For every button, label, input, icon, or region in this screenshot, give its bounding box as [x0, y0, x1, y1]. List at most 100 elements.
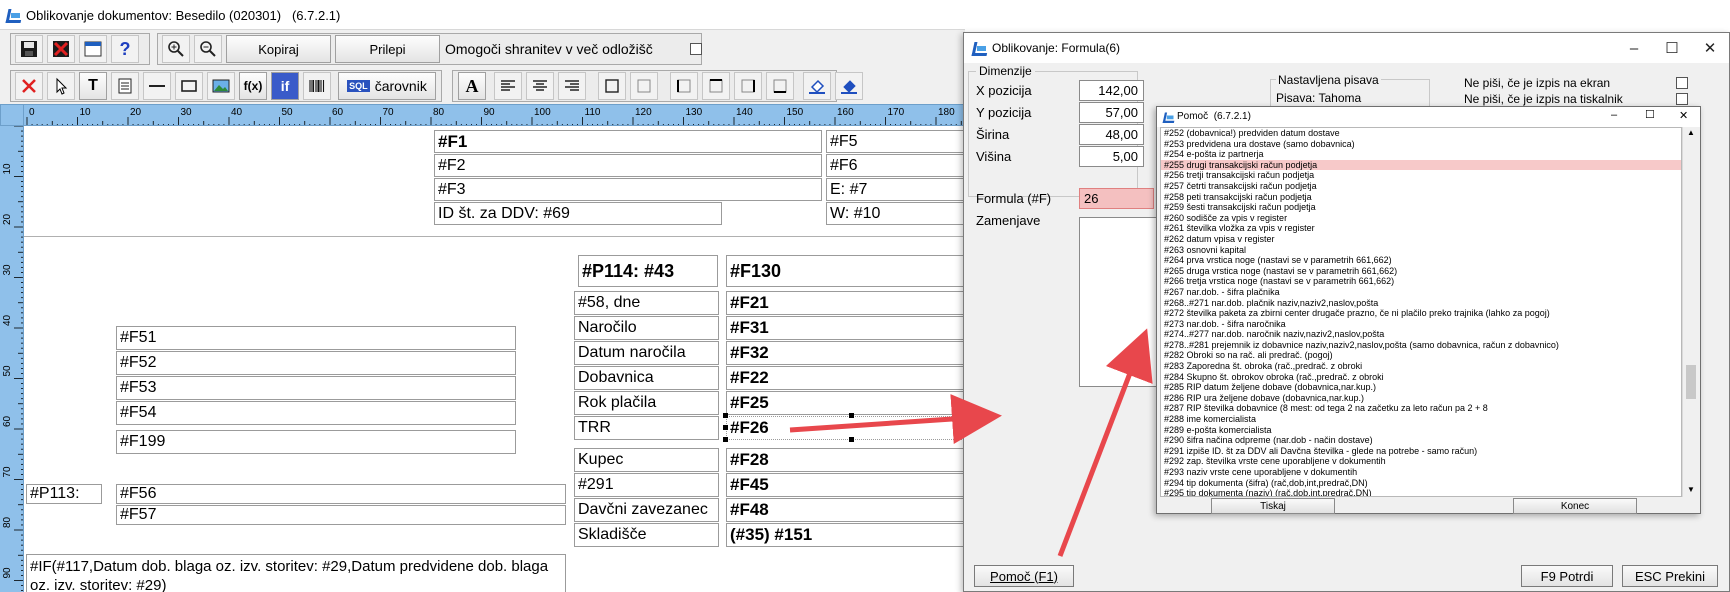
label-narocilo[interactable]: Naročilo	[574, 316, 719, 340]
wizard-button[interactable]: SQL čarovnik	[338, 72, 436, 100]
help-list-item[interactable]: #295 tip dokumenta (naziv) (rač,dob,int,…	[1161, 488, 1681, 496]
border-right-icon[interactable]	[734, 72, 762, 100]
help-maximize-icon[interactable]: ☐	[1645, 108, 1655, 121]
help-list-item[interactable]: #294 tip dokumenta (šifra) (rač,dob,int,…	[1161, 478, 1681, 489]
help-list-item[interactable]: #274..#277 nar.dob. naročnik naziv,naziv…	[1161, 329, 1681, 340]
help-icon[interactable]: ?	[111, 35, 139, 63]
minimize-icon[interactable]: –	[1619, 37, 1649, 59]
resize-handle[interactable]	[849, 437, 854, 442]
document-canvas[interactable]: #F1 #F2 #F3 ID št. za DDV: #69 #F5 #F6 E…	[24, 126, 965, 592]
help-list-item[interactable]: #265 druga vrstica noge (nastavi se v pa…	[1161, 266, 1681, 277]
help-scrollbar[interactable]: ▲ ▼	[1682, 127, 1699, 497]
help-list-item[interactable]: #288 ime komercialista	[1161, 414, 1681, 425]
help-list-item[interactable]: #255 drugi transakcijski račun podjetja	[1161, 159, 1681, 171]
zoom-in-icon[interactable]	[162, 35, 190, 63]
resize-handle[interactable]	[849, 413, 854, 418]
help-list-item[interactable]: #252 (dobavnica!) predviden datum dostav…	[1161, 128, 1681, 139]
end-button[interactable]: Konec	[1513, 498, 1637, 514]
rectangle-tool-icon[interactable]	[175, 72, 203, 100]
border-box-icon[interactable]	[598, 72, 626, 100]
field-f26-selected[interactable]: #F26	[726, 416, 965, 440]
help-list-item[interactable]: #268..#271 nar.dob. plačnik naziv,naziv2…	[1161, 298, 1681, 309]
y-input[interactable]: 57,00	[1079, 102, 1144, 123]
field-f2[interactable]: #F2	[434, 154, 822, 177]
help-list-item[interactable]: #260 sodišče za vpis v register	[1161, 213, 1681, 224]
field-f56[interactable]: #F56	[116, 484, 566, 504]
help-list-item[interactable]: #254 e-pošta iz partnerja	[1161, 149, 1681, 160]
help-list-item[interactable]: #272 številka paketa za zbirni center dr…	[1161, 308, 1681, 319]
help-list-item[interactable]: #266 tretja vrstica noge (nastavi se v p…	[1161, 276, 1681, 287]
field-f48[interactable]: #F48	[726, 498, 965, 522]
resize-handle[interactable]	[723, 437, 728, 442]
vertical-ruler[interactable]: 10 20 30 40 50 60 70 80 90	[0, 126, 24, 592]
maximize-icon[interactable]: ☐	[1657, 37, 1687, 59]
paste-button[interactable]: Prilepi	[335, 35, 440, 63]
field-p114[interactable]: #P114: #43	[578, 255, 718, 287]
help-list-item[interactable]: #273 nar.dob. - šifra naročnika	[1161, 319, 1681, 330]
help-minimize-icon[interactable]: –	[1611, 109, 1617, 121]
field-f31[interactable]: #F31	[726, 316, 965, 340]
scroll-thumb[interactable]	[1686, 365, 1696, 399]
label-rok-placila[interactable]: Rok plačila	[574, 391, 719, 415]
replace-textarea[interactable]	[1079, 217, 1159, 387]
border-bottom-icon[interactable]	[766, 72, 794, 100]
field-f57[interactable]: #F57	[116, 505, 566, 525]
field-f199[interactable]: #F199	[116, 430, 516, 454]
help-list-item[interactable]: #261 številka vložka za vpis v register	[1161, 223, 1681, 234]
fill-color-icon[interactable]	[803, 72, 831, 100]
align-center-icon[interactable]	[526, 72, 554, 100]
help-button[interactable]: Pomoč (F1)	[974, 565, 1074, 587]
resize-handle[interactable]	[723, 413, 728, 418]
help-list[interactable]: #252 (dobavnica!) predviden datum dostav…	[1160, 127, 1682, 497]
help-list-item[interactable]: #289 e-pošta komercialista	[1161, 425, 1681, 436]
field-f1[interactable]: #F1	[434, 130, 822, 153]
help-list-item[interactable]: #283 Zaporedna št. obroka (rač.,predrač.…	[1161, 361, 1681, 372]
cancel-button[interactable]: ESC Prekini	[1622, 565, 1718, 587]
help-list-item[interactable]: #284 Skupno št. obrokov obroka (rač.,pre…	[1161, 372, 1681, 383]
save-icon[interactable]	[15, 35, 43, 63]
label-291[interactable]: #291	[574, 473, 719, 497]
field-f5[interactable]: #F5	[826, 130, 965, 153]
no-printer-checkbox[interactable]	[1676, 93, 1688, 105]
help-list-item[interactable]: #256 tretji transakcijski račun podjetja	[1161, 170, 1681, 181]
field-f6[interactable]: #F6	[826, 154, 965, 177]
list-tool-icon[interactable]	[111, 72, 139, 100]
field-f22[interactable]: #F22	[726, 366, 965, 390]
scroll-up-icon[interactable]: ▲	[1687, 128, 1695, 137]
no-screen-checkbox[interactable]	[1676, 77, 1688, 89]
pointer-icon[interactable]	[47, 72, 75, 100]
height-input[interactable]: 5,00	[1079, 146, 1144, 167]
help-list-item[interactable]: #258 peti transakcijski račun podjetja	[1161, 192, 1681, 203]
field-f21[interactable]: #F21	[726, 291, 965, 315]
help-list-item[interactable]: #287 RIP številka dobavnice (8 mest: od …	[1161, 403, 1681, 414]
field-ddv[interactable]: ID št. za DDV: #69	[434, 202, 722, 225]
help-list-item[interactable]: #253 predvidena ura dostave (samo dobavn…	[1161, 139, 1681, 150]
field-f52[interactable]: #F52	[116, 351, 516, 375]
confirm-button[interactable]: F9 Potrdi	[1521, 565, 1613, 587]
field-if-date[interactable]: #IF(#117,Datum dob. blaga oz. izv. stori…	[26, 554, 566, 592]
help-list-item[interactable]: #293 naziv vrste cene uporabljene v doku…	[1161, 467, 1681, 478]
label-58-dne[interactable]: #58, dne	[574, 291, 719, 315]
help-list-item[interactable]: #257 četrti transakcijski račun podjetja	[1161, 181, 1681, 192]
line-tool-icon[interactable]	[143, 72, 171, 100]
border-none-icon[interactable]	[630, 72, 658, 100]
label-dobavnica[interactable]: Dobavnica	[574, 366, 719, 390]
text-tool-icon[interactable]: T	[79, 72, 107, 100]
barcode-tool-icon[interactable]	[303, 72, 331, 100]
field-f25[interactable]: #F25	[726, 391, 965, 415]
label-skladisce[interactable]: Skladišče	[574, 523, 719, 547]
zoom-out-icon[interactable]	[194, 35, 222, 63]
field-f45[interactable]: #F45	[726, 473, 965, 497]
help-list-item[interactable]: #286 RIP ura željene dobave (dobavnica,n…	[1161, 393, 1681, 404]
help-list-item[interactable]: #267 nar.dob. - šifra plačnika	[1161, 287, 1681, 298]
field-web[interactable]: W: #10	[826, 202, 965, 225]
field-email[interactable]: E: #7	[826, 178, 965, 201]
help-close-icon[interactable]: ✕	[1679, 109, 1688, 122]
help-list-item[interactable]: #290 šifra načina odpreme (nar.dob - nač…	[1161, 435, 1681, 446]
copy-button[interactable]: Kopiraj	[226, 35, 331, 63]
help-list-item[interactable]: #263 osnovni kapital	[1161, 245, 1681, 256]
align-left-icon[interactable]	[494, 72, 522, 100]
field-f53[interactable]: #F53	[116, 376, 516, 400]
line-color-icon[interactable]	[835, 72, 863, 100]
formula-tool-icon[interactable]: f(x)	[239, 72, 267, 100]
